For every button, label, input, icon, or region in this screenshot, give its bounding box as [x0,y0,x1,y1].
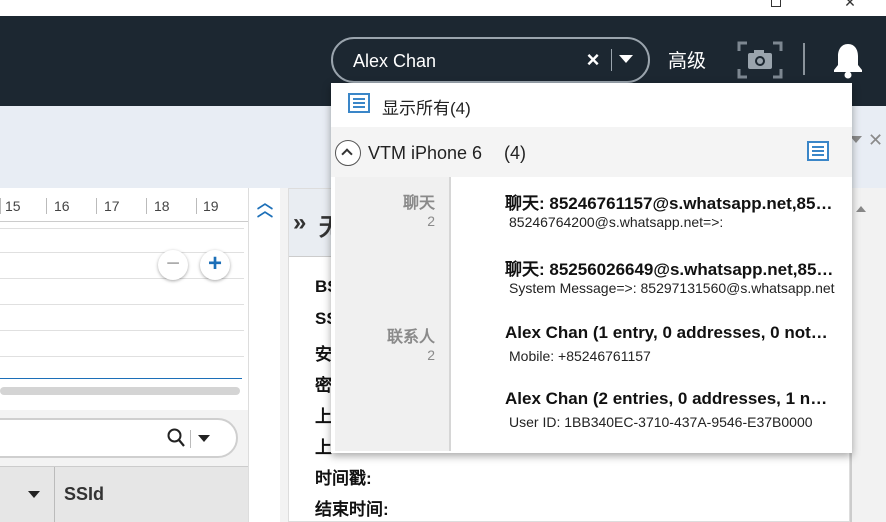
bell-icon[interactable] [832,41,864,79]
restore-window-button[interactable] [768,0,784,10]
result-title: 聊天: 85246761157@s.whatsapp.net,852467642… [505,194,835,213]
timeline-panel: 15 16 17 18 19 − + [0,188,248,410]
result-subtitle: System Message=>: 85297131560@s.whatsapp… [509,280,835,296]
global-search-box[interactable]: × [331,37,650,83]
device-group-header[interactable]: VTM iPhone 6 (4) [331,127,852,177]
timeline-tick: 18 [154,198,170,214]
result-title: Alex Chan (2 entries, 0 addresses, 1 not… [505,389,835,408]
tick-line [46,198,47,214]
timeline-axis: 15 16 17 18 19 [0,188,248,222]
tick-line [146,198,147,214]
search-result-item[interactable]: 聊天: 85256026649@s.whatsapp.net,852971315… [461,255,846,321]
filter-separator [190,430,191,448]
detail-label: 安 [315,345,332,364]
search-icon[interactable] [167,428,185,448]
close-window-button[interactable]: ✕ [842,0,858,10]
category-column: 聊天 2 联系人 2 [335,177,451,451]
timeline-baseline [0,378,242,379]
category-chat-label[interactable]: 聊天 [403,189,435,213]
collapse-column: ︿ ︿ [248,188,280,522]
category-contacts-label[interactable]: 联系人 [387,323,435,347]
timeline-gridline [0,330,244,331]
zoom-in-button[interactable]: + [200,250,230,280]
search-result-item[interactable]: 聊天: 85246761157@s.whatsapp.net,852467642… [461,189,846,255]
device-result-count: (4) [504,143,526,163]
result-title: Alex Chan (1 entry, 0 addresses, 0 notes… [505,323,835,342]
panel-close-icon[interactable]: ✕ [868,130,883,151]
scroll-up-icon[interactable] [856,206,866,212]
column-separator [54,467,55,522]
collapse-group-icon[interactable] [335,140,361,166]
detail-label: 上 [315,438,332,457]
result-subtitle: Mobile: +85246761157 [509,348,651,364]
list-icon [348,93,370,113]
detail-label-timestamp: 时间戳: [315,469,372,488]
category-contacts-count: 2 [427,347,435,363]
result-title: 聊天: 85256026649@s.whatsapp.net,852971315… [505,260,835,279]
column-header-ssid[interactable]: SSId [64,484,104,505]
result-subtitle: User ID: 1BB340EC-3710-437A-9546-E37B000… [509,414,813,430]
detail-label-end-time: 结束时间: [315,500,389,519]
timeline-tick: 19 [203,198,219,214]
window-chrome: ✕ [0,0,886,16]
zoom-out-button[interactable]: − [158,250,188,280]
show-all-results[interactable]: 显示所有(4) [331,83,852,127]
filter-dropdown-icon[interactable] [198,435,210,442]
result-subtitle: 85246764200@s.whatsapp.net=>: [509,214,724,230]
timeline-tick: 15 [5,198,21,214]
camera-icon[interactable] [737,41,783,79]
timeline-gridline [0,304,244,305]
timeline-tick: 16 [54,198,70,214]
filter-search-box[interactable] [0,418,238,458]
tick-line [0,198,1,214]
detail-label: 上 [315,407,332,426]
header-separator [803,43,805,75]
search-separator [611,49,612,71]
search-input[interactable] [353,49,578,73]
search-result-item[interactable]: Alex Chan (2 entries, 0 addresses, 1 not… [461,389,846,455]
tick-line [196,198,197,214]
clear-search-icon[interactable]: × [583,47,603,73]
search-dropdown-icon[interactable] [619,55,633,63]
details-scrollbar[interactable] [850,188,886,522]
show-all-label: 显示所有(4) [382,99,471,118]
search-result-item[interactable]: Alex Chan (1 entry, 0 addresses, 0 notes… [461,323,846,389]
restore-icon [771,0,781,7]
timeline-scrollbar[interactable] [0,387,240,395]
expand-icon[interactable]: » [293,209,306,237]
timeline-tick: 17 [104,198,120,214]
search-results-dropdown: 显示所有(4) VTM iPhone 6 (4) 聊天 2 联系人 2 聊天: … [331,83,852,453]
category-chat-count: 2 [427,213,435,229]
device-name: VTM iPhone 6 [368,143,483,163]
grid-header: SSId [0,466,248,522]
tick-line [96,198,97,214]
detail-label: 密 [315,376,332,395]
timeline-gridline [0,228,244,229]
advanced-search-button[interactable]: 高级 [668,46,706,73]
collapse-up-icon[interactable]: ︿ ︿ [257,196,273,220]
list-view-icon[interactable] [807,141,829,161]
column-menu-icon[interactable] [28,491,40,498]
timeline-gridline [0,356,244,357]
